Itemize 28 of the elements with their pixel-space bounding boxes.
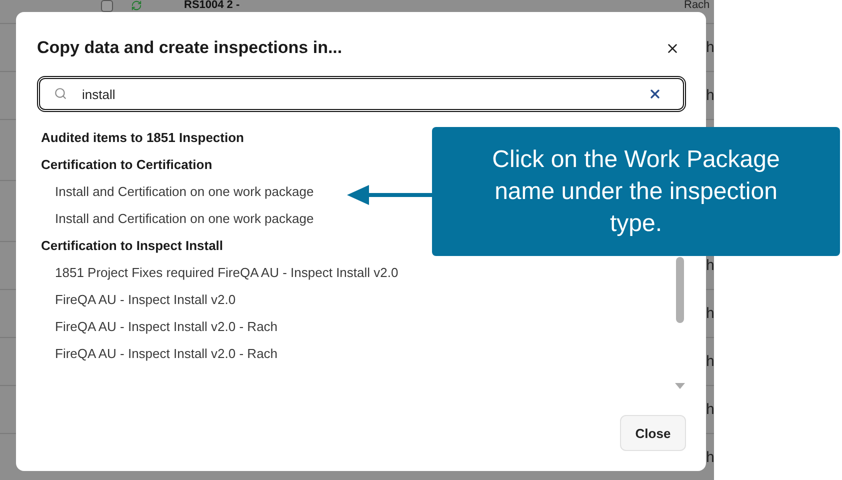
dialog-title: Copy data and create inspections in... [37, 38, 342, 58]
list-item[interactable]: 1851 Project Fixes required FireQA AU - Inspect Install v2.0 [41, 265, 398, 280]
row-owner: h [706, 305, 714, 322]
row-owner: h [706, 401, 714, 418]
list-item[interactable]: Install and Certification on one work package [41, 211, 314, 226]
search-field[interactable]: install [37, 76, 686, 112]
list-item[interactable]: FireQA AU - Inspect Install v2.0 - Rach [41, 319, 278, 334]
refresh-icon [131, 0, 142, 11]
row-name: RS1004 2 - [184, 0, 240, 11]
close-button[interactable]: Close [620, 415, 686, 451]
group-heading: Certification to Inspect Install [41, 238, 224, 253]
row-checkbox[interactable] [101, 0, 113, 12]
row-owner: h [706, 353, 714, 370]
scrollbar-thumb[interactable] [676, 257, 684, 323]
list-item[interactable]: FireQA AU - Inspect Install v2.0 [41, 292, 236, 307]
list-item[interactable]: Install and Certification on one work package [41, 184, 314, 199]
clear-icon[interactable] [648, 87, 662, 101]
group-heading: Audited items to 1851 Inspection [41, 130, 244, 145]
callout-text: Click on the Work Package name under the inspection type. [491, 144, 781, 238]
row-owner: Rach [684, 0, 711, 11]
list-item[interactable]: FireQA AU - Inspect Install v2.0 - Rach [41, 346, 278, 361]
row-owner: h [706, 257, 714, 274]
search-icon [54, 87, 67, 100]
row-owner: h [706, 87, 714, 104]
group-heading: Certification to Certification [41, 157, 212, 172]
scroll-down-icon[interactable] [675, 383, 685, 389]
row-owner: h [706, 39, 714, 56]
row-owner: h [706, 449, 714, 466]
